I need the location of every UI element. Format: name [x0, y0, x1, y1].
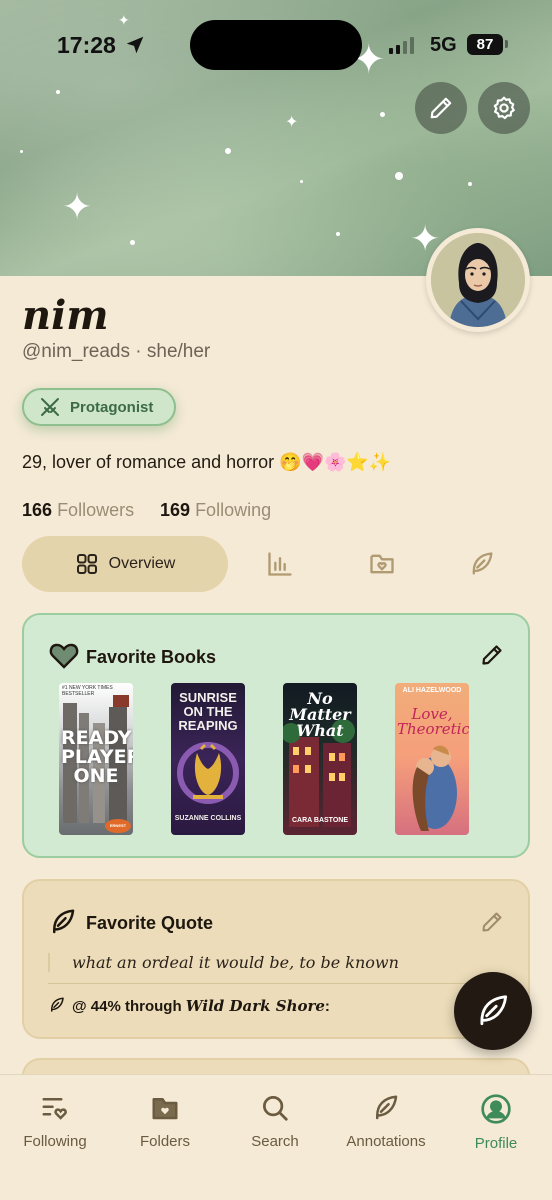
- nav-following-label: Following: [23, 1133, 87, 1150]
- sparkle-icon: ✦: [62, 187, 93, 228]
- small-feather-icon: [51, 997, 64, 1012]
- quote-progress: @ 44% through Wild Dark Shore:: [48, 996, 330, 1015]
- star-dot: [300, 180, 303, 183]
- book-1-author: ERNEST CLINE: [105, 819, 131, 833]
- book-1-tagline: #1 NEW YORK TIMES BESTSELLER: [62, 685, 113, 697]
- star-dot: [380, 112, 385, 117]
- grid-icon: [76, 554, 97, 574]
- reader-badge[interactable]: Protagonist: [22, 388, 176, 426]
- nav-profile-label: Profile: [474, 1135, 518, 1152]
- list-heart-icon: [42, 1098, 67, 1120]
- nav-folders-label: Folders: [139, 1133, 191, 1150]
- avatar-image: [431, 233, 525, 327]
- nav-search-label: Search: [251, 1133, 299, 1150]
- sparkle-icon: ✦: [285, 112, 299, 131]
- nav-search[interactable]: Search: [220, 1093, 330, 1150]
- edit-quote-pencil-icon[interactable]: [480, 910, 504, 934]
- search-icon: [263, 1096, 288, 1121]
- progress-suffix: :: [324, 998, 330, 1015]
- following-label: Following: [195, 500, 272, 520]
- edit-profile-button[interactable]: [415, 82, 467, 134]
- nav-profile[interactable]: Profile: [441, 1093, 551, 1152]
- quote-text: what an ordeal it would be, to be known: [48, 953, 399, 972]
- feather-icon: [53, 909, 75, 934]
- nav-following[interactable]: Following: [0, 1093, 110, 1150]
- network-type: 5G: [430, 34, 457, 56]
- progress-book-title[interactable]: Wild Dark Shore: [186, 997, 325, 1015]
- star-dot: [395, 172, 403, 180]
- new-annotation-button[interactable]: [454, 972, 532, 1050]
- feather-icon: [376, 1095, 398, 1120]
- edit-books-pencil-icon[interactable]: [480, 643, 504, 667]
- bottom-nav: Following Folders Search Annotations Pro…: [0, 1074, 552, 1200]
- settings-button[interactable]: [478, 82, 530, 134]
- nav-annotations[interactable]: Annotations: [331, 1093, 441, 1150]
- pencil-icon: [430, 97, 452, 119]
- battery-tip: [505, 40, 508, 48]
- book-3-author: CARA BASTONE: [291, 817, 348, 824]
- star-dot: [225, 148, 231, 154]
- badge-label: Protagonist: [70, 398, 154, 416]
- book-3-title: No Matter What: [289, 689, 351, 740]
- avatar[interactable]: [426, 228, 530, 332]
- book-1-title: READY PLAYER ONE: [61, 727, 133, 787]
- status-time: 17:28: [57, 32, 116, 58]
- book-cover[interactable]: SUNRISE ON THE REAPING SUZANNE COLLINS: [171, 683, 245, 835]
- star-dot: [468, 182, 472, 186]
- followers-label: Followers: [57, 500, 135, 520]
- tab-folders-heart-icon[interactable]: [368, 550, 396, 578]
- following-link[interactable]: 169 Following: [160, 500, 271, 521]
- tab-stats-bar-chart-icon[interactable]: [266, 550, 294, 578]
- location-arrow-icon: [126, 36, 144, 54]
- favorite-books-title: Favorite Books: [86, 647, 217, 667]
- followers-link[interactable]: 166 Followers: [22, 500, 134, 521]
- star-dot: [336, 232, 340, 236]
- tab-annotations-feather-icon[interactable]: [468, 550, 496, 578]
- following-count: 169: [160, 500, 191, 520]
- dynamic-island: [190, 20, 362, 70]
- star-dot: [56, 90, 60, 94]
- battery-level: 87: [467, 34, 503, 55]
- crossed-swords-icon: [41, 398, 59, 416]
- book-cover[interactable]: No Matter What CARA BASTONE: [283, 683, 357, 835]
- book-2-author: SUZANNE COLLINS: [174, 815, 242, 822]
- nav-folders[interactable]: Folders: [110, 1093, 220, 1150]
- profile-icon: [481, 1094, 511, 1124]
- profile-handle: @nim_reads · she/her: [22, 341, 211, 362]
- tab-overview-label: Overview: [108, 555, 176, 572]
- folder-heart-icon: [152, 1098, 178, 1120]
- profile-name: nim: [22, 292, 109, 339]
- sparkle-icon: ✦: [118, 13, 130, 29]
- followers-count: 166: [22, 500, 53, 520]
- profile-tabs: Overview: [22, 536, 530, 592]
- signal-strength-icon: [389, 36, 414, 54]
- star-dot: [130, 240, 135, 245]
- favorite-quote-title: Favorite Quote: [86, 913, 214, 933]
- progress-prefix: @ 44% through: [72, 998, 186, 1015]
- quote-divider: [48, 983, 508, 984]
- gear-icon: [493, 96, 515, 120]
- star-dot: [20, 150, 23, 153]
- book-cover[interactable]: ALI HAZELWOOD Love, Theoretically: [395, 683, 469, 835]
- tab-overview[interactable]: Overview: [22, 536, 228, 592]
- favorite-books-card: Favorite Books #1 NEW YORK TIMES BESTSEL…: [22, 613, 530, 858]
- book-cover[interactable]: #1 NEW YORK TIMES BESTSELLER READY PLAYE…: [59, 683, 133, 835]
- nav-annotations-label: Annotations: [346, 1133, 426, 1150]
- feather-icon: [480, 995, 508, 1026]
- profile-bio: 29, lover of romance and horror 🤭💗🌸⭐✨: [22, 452, 392, 472]
- heart-icon: [49, 643, 79, 669]
